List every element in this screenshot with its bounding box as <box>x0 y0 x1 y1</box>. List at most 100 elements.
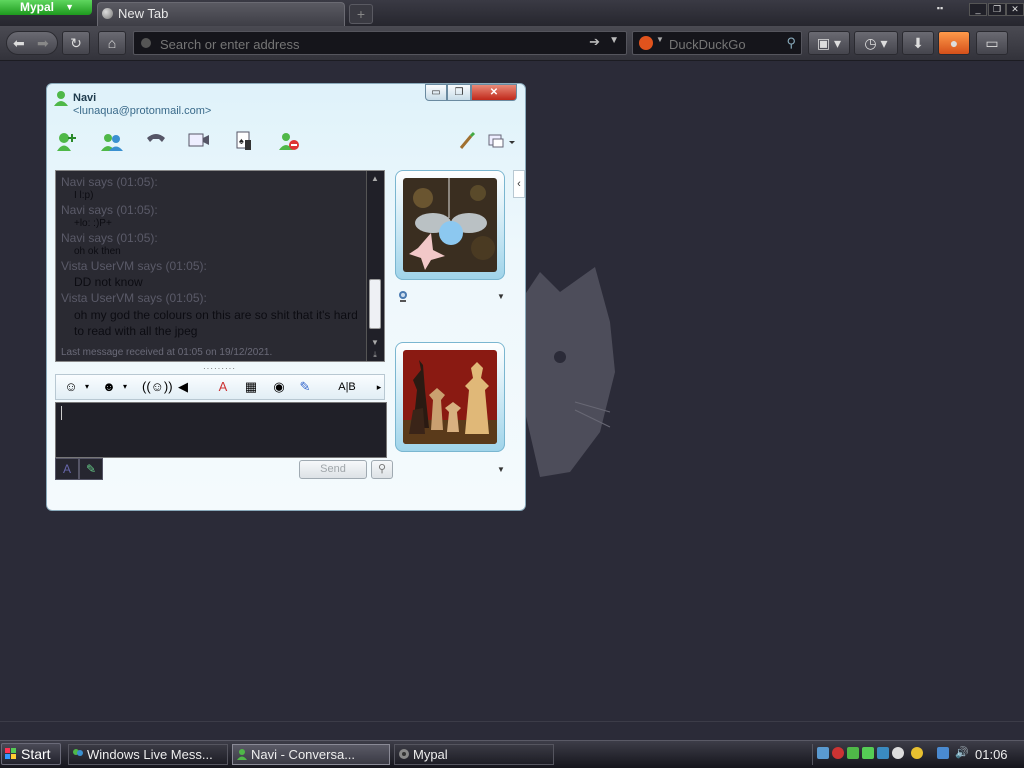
search-button[interactable]: ⚲ <box>371 460 393 479</box>
bookmarks-icon: ▣ ▾ <box>816 35 842 51</box>
type-mode-button[interactable]: A <box>55 458 79 480</box>
globe-icon <box>102 8 113 19</box>
history-button[interactable]: ◷ ▾ <box>854 31 898 55</box>
emoticon-dropdown-icon[interactable]: ▾ <box>78 379 96 395</box>
background-icon[interactable]: ▦ <box>242 379 260 395</box>
history-dropdown-icon[interactable]: ▼ <box>609 35 619 46</box>
contact-name: Navi <box>73 92 97 104</box>
network-connection-icon[interactable] <box>937 747 949 759</box>
addon-button[interactable]: ▭ <box>976 31 1008 55</box>
task-windows-live-messenger[interactable]: Windows Live Mess... <box>68 744 228 765</box>
bookmarks-button[interactable]: ▣ ▾ <box>808 31 850 55</box>
address-input[interactable] <box>158 34 562 54</box>
contact-email: <lunaqua@protonmail.com> <box>73 105 212 117</box>
new-tab-button[interactable]: + <box>349 4 373 24</box>
task-navi-conversation[interactable]: Navi - Conversa... <box>232 744 390 765</box>
message-list: Navi says (01:05): I l:p) Navi says (01:… <box>56 171 368 361</box>
display-options-icon[interactable] <box>487 130 517 152</box>
display-tray-icon[interactable] <box>877 747 889 759</box>
engine-dropdown-icon[interactable]: ▼ <box>656 35 664 44</box>
chevron-left-icon: ‹ <box>517 178 521 190</box>
back-icon[interactable]: ⬅ <box>13 32 25 54</box>
message-text: oh ok then <box>74 246 121 257</box>
mypal-icon <box>399 749 409 759</box>
history-scrollbar[interactable]: ▲ ▼ ⤓ <box>366 171 384 361</box>
network-tray-icon[interactable] <box>817 747 829 759</box>
message-text: I l:p) <box>74 190 94 201</box>
start-button[interactable]: Start <box>1 743 61 765</box>
window-header: Navi <lunaqua@protonmail.com> ▭ ❐ ✕ <box>47 84 525 124</box>
security-tray-icon[interactable] <box>832 747 844 759</box>
paint-icon[interactable] <box>457 130 477 152</box>
games-icon[interactable]: ♠ <box>233 130 257 152</box>
scroll-up-icon[interactable]: ▲ <box>369 173 381 185</box>
tab-list-icon[interactable]: ▪▪ <box>931 3 949 16</box>
close-button[interactable]: ✕ <box>1006 3 1024 16</box>
addon-icon: ▭ <box>985 35 999 51</box>
send-button[interactable]: Send <box>299 460 367 479</box>
chevron-down-icon[interactable]: ▼ <box>497 465 505 474</box>
download-icon: ⬇ <box>912 35 924 51</box>
block-icon[interactable] <box>277 130 301 152</box>
app-menu-label: Mypal <box>20 0 55 14</box>
video-icon[interactable] <box>187 130 211 152</box>
reload-button[interactable]: ↻ <box>62 31 90 55</box>
scroll-end-icon[interactable]: ⤓ <box>369 349 381 361</box>
search-input[interactable] <box>667 34 781 54</box>
duckduckgo-icon[interactable] <box>639 36 653 50</box>
go-arrow-icon[interactable]: ➔ <box>589 34 600 50</box>
conversation-history: Navi says (01:05): I l:p) Navi says (01:… <box>55 170 385 362</box>
app-menu-button[interactable]: Mypal ▼ <box>0 0 92 15</box>
restore-button[interactable]: ❐ <box>988 3 1006 16</box>
message-input-area[interactable] <box>55 402 387 458</box>
notification-tray-icon[interactable] <box>911 747 923 759</box>
call-icon[interactable] <box>144 130 168 152</box>
messenger-tray-icon[interactable] <box>847 747 859 759</box>
chevron-down-icon[interactable]: ▼ <box>497 292 505 301</box>
search-icon[interactable]: ⚲ <box>786 35 796 51</box>
wink-dropdown-icon[interactable]: ▾ <box>116 379 134 395</box>
download-button[interactable]: ⬇ <box>902 31 934 55</box>
message-text: DD not know <box>74 275 143 289</box>
collapse-sidebar-button[interactable]: ‹ <box>513 170 525 198</box>
forward-icon[interactable]: ➡ <box>37 32 49 54</box>
more-options-icon[interactable]: ▸ <box>370 379 388 395</box>
home-icon: ⌂ <box>107 35 117 51</box>
my-display-picture[interactable] <box>395 342 505 452</box>
scroll-down-icon[interactable]: ▼ <box>369 337 381 349</box>
scroll-thumb[interactable] <box>369 279 381 329</box>
task-mypal[interactable]: Mypal <box>394 744 554 765</box>
formatting-toolbar: ☺ ▾ ☻ ▾ ((☺)) ◀ A ▦ ◉ ✎ A|B ▸ <box>55 374 385 400</box>
invite-icon[interactable] <box>100 130 124 152</box>
webcam-icon[interactable] <box>397 290 409 302</box>
translate-icon[interactable]: A|B <box>336 379 358 395</box>
add-contact-icon[interactable] <box>55 130 79 152</box>
nudge-icon[interactable]: ((☺)) <box>142 379 173 395</box>
maximize-button[interactable]: ❐ <box>447 84 471 101</box>
close-button[interactable]: ✕ <box>471 84 517 101</box>
ink-icon[interactable]: ◉ <box>270 379 288 395</box>
ink-mode-button[interactable]: ✎ <box>79 458 103 480</box>
splitter-grip[interactable]: ········· <box>203 364 236 373</box>
search-bar[interactable]: ▼ ⚲ <box>632 31 802 55</box>
message-sender: Navi says (01:05): <box>61 175 158 189</box>
font-icon[interactable]: A <box>214 379 232 395</box>
address-bar[interactable]: ➔ ▼ <box>133 31 627 55</box>
minimize-button[interactable]: _ <box>969 3 987 16</box>
message-input[interactable] <box>60 405 384 457</box>
home-button[interactable]: ⌂ <box>98 31 126 55</box>
disc-tray-icon[interactable] <box>892 747 904 759</box>
contact-display-picture[interactable] <box>395 170 505 280</box>
handwriting-icon[interactable]: ✎ <box>296 379 314 395</box>
input-bottom-bar: A ✎ Send ⚲ <box>55 458 393 482</box>
start-label: Start <box>21 746 51 762</box>
action-toolbar: ♠ <box>47 124 525 158</box>
status-tray-icon[interactable] <box>862 747 874 759</box>
message-text: +lo: :)P+ <box>74 218 112 229</box>
tab-new-tab[interactable]: New Tab <box>97 2 345 26</box>
minimize-button[interactable]: ▭ <box>425 84 447 101</box>
clock[interactable]: 01:06 <box>975 745 1008 764</box>
volume-icon[interactable]: 🔊 <box>955 747 969 759</box>
firefox-button[interactable]: ● <box>938 31 970 55</box>
voice-clip-icon[interactable]: ◀ <box>174 379 192 395</box>
